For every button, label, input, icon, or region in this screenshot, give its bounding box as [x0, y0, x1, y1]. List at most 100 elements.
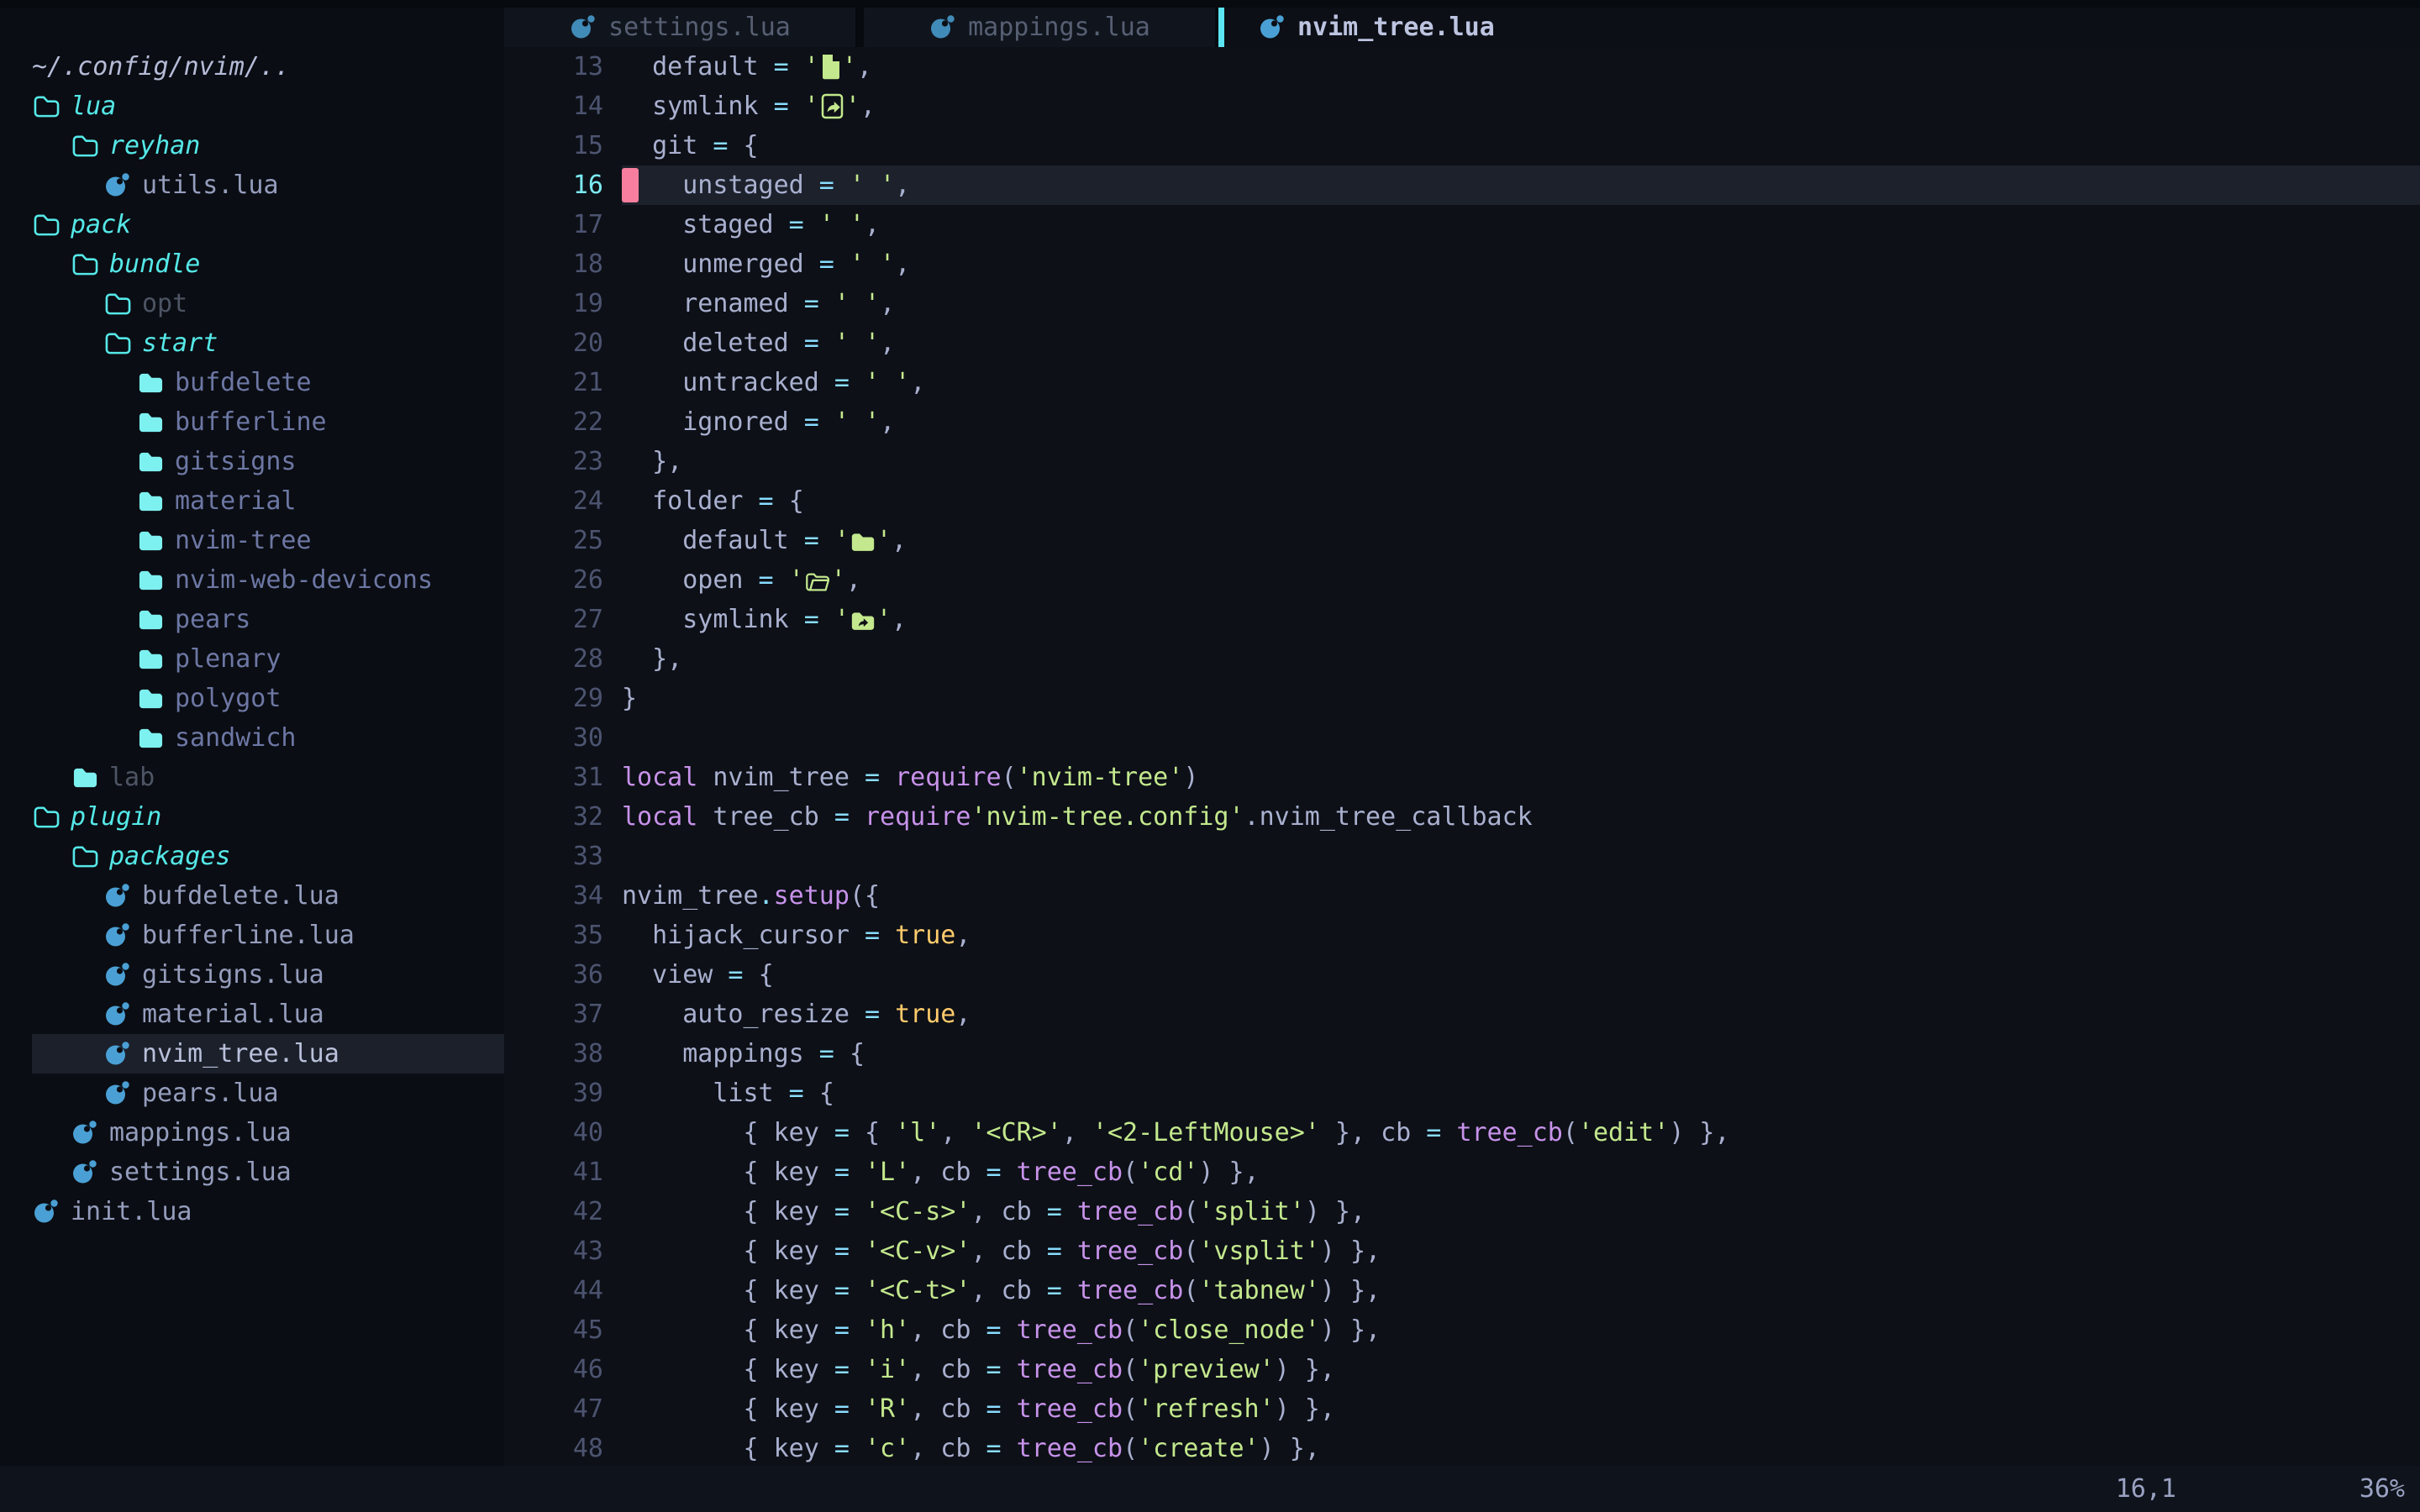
code-line-31[interactable]: 31local nvim_tree = require('nvim-tree') — [504, 758, 2420, 797]
code-line-39[interactable]: 39 list = { — [504, 1074, 2420, 1113]
code-line-30[interactable]: 30 — [504, 718, 2420, 758]
code-line-20[interactable]: 20 deleted = ' ', — [504, 323, 2420, 363]
tree-item-sandwich[interactable]: sandwich — [0, 718, 504, 758]
tree-item-gitsigns[interactable]: gitsigns — [0, 442, 504, 481]
line-number: 32 — [504, 797, 603, 837]
line-number: 34 — [504, 876, 603, 916]
tree-item-start[interactable]: start — [0, 323, 504, 363]
code-line-38[interactable]: 38 mappings = { — [504, 1034, 2420, 1074]
code-line-22[interactable]: 22 ignored = ' ', — [504, 402, 2420, 442]
code-line-13[interactable]: 13 default = '', — [504, 47, 2420, 87]
tree-item-plenary[interactable]: plenary — [0, 639, 504, 679]
code-line-32[interactable]: 32local tree_cb = require'nvim-tree.conf… — [504, 797, 2420, 837]
tree-item-polygot[interactable]: polygot — [0, 679, 504, 718]
code-line-26[interactable]: 26 open = '', — [504, 560, 2420, 600]
tree-root-path[interactable]: ~/.config/nvim/.. — [0, 47, 504, 87]
code-line-14[interactable]: 14 symlink = '', — [504, 87, 2420, 126]
tree-item-label: pack — [71, 205, 131, 244]
line-number: 30 — [504, 718, 603, 758]
tree-item-label: nvim-web-devicons — [175, 560, 433, 600]
code-line-15[interactable]: 15 git = { — [504, 126, 2420, 165]
tree-item-nvim_tree.lua[interactable]: nvim_tree.lua — [0, 1034, 504, 1074]
line-text: staged = ' ', — [603, 205, 880, 244]
line-number: 46 — [504, 1350, 603, 1389]
tree-item-bufdelete.lua[interactable]: bufdelete.lua — [0, 876, 504, 916]
tree-item-pears[interactable]: pears — [0, 600, 504, 639]
tree-item-lua[interactable]: lua — [0, 87, 504, 126]
tree-item-pears.lua[interactable]: pears.lua — [0, 1074, 504, 1113]
code-line-45[interactable]: 45 { key = 'h', cb = tree_cb('close_node… — [504, 1310, 2420, 1350]
line-number: 25 — [504, 521, 603, 560]
code-line-36[interactable]: 36 view = { — [504, 955, 2420, 995]
window-top-edge — [0, 0, 2420, 8]
line-number: 22 — [504, 402, 603, 442]
tree-item-init.lua[interactable]: init.lua — [0, 1192, 504, 1231]
line-text — [603, 718, 622, 758]
line-text: folder = { — [603, 481, 804, 521]
file-symlink-icon — [819, 92, 845, 121]
line-number: 21 — [504, 363, 603, 402]
code-line-17[interactable]: 17 staged = ' ', — [504, 205, 2420, 244]
code-line-43[interactable]: 43 { key = '<C-v>', cb = tree_cb('vsplit… — [504, 1231, 2420, 1271]
tree-item-packages[interactable]: packages — [0, 837, 504, 876]
code-line-19[interactable]: 19 renamed = ' ', — [504, 284, 2420, 323]
tree-item-label: bufdelete — [175, 363, 312, 402]
folder-closed-icon — [136, 488, 175, 514]
code-line-24[interactable]: 24 folder = { — [504, 481, 2420, 521]
tree-item-gitsigns.lua[interactable]: gitsigns.lua — [0, 955, 504, 995]
tree-item-mappings.lua[interactable]: mappings.lua — [0, 1113, 504, 1152]
tree-item-pack[interactable]: pack — [0, 205, 504, 244]
tree-item-label: init.lua — [71, 1192, 192, 1231]
tree-item-label: reyhan — [109, 126, 200, 165]
tree-item-bufferline.lua[interactable]: bufferline.lua — [0, 916, 504, 955]
code-line-29[interactable]: 29} — [504, 679, 2420, 718]
line-text: default = '', — [603, 521, 907, 560]
tab-mappings.lua[interactable]: mappings.lua — [864, 8, 1215, 47]
code-line-34[interactable]: 34nvim_tree.setup({ — [504, 876, 2420, 916]
line-text: { key = 'c', cb = tree_cb('create') }, — [603, 1429, 1320, 1468]
code-line-18[interactable]: 18 unmerged = ' ', — [504, 244, 2420, 284]
tree-item-label: start — [142, 323, 218, 363]
tree-item-settings.lua[interactable]: settings.lua — [0, 1152, 504, 1192]
code-line-48[interactable]: 48 { key = 'c', cb = tree_cb('create') }… — [504, 1429, 2420, 1468]
folder-closed-icon — [71, 764, 109, 790]
code-line-21[interactable]: 21 untracked = ' ', — [504, 363, 2420, 402]
tree-item-bufdelete[interactable]: bufdelete — [0, 363, 504, 402]
tree-item-plugin[interactable]: plugin — [0, 797, 504, 837]
code-line-23[interactable]: 23 }, — [504, 442, 2420, 481]
code-line-44[interactable]: 44 { key = '<C-t>', cb = tree_cb('tabnew… — [504, 1271, 2420, 1310]
tree-item-utils.lua[interactable]: utils.lua — [0, 165, 504, 205]
line-text: { key = 'R', cb = tree_cb('refresh') }, — [603, 1389, 1335, 1429]
tree-item-nvim-web-devicons[interactable]: nvim-web-devicons — [0, 560, 504, 600]
code-line-47[interactable]: 47 { key = 'R', cb = tree_cb('refresh') … — [504, 1389, 2420, 1429]
tree-item-material[interactable]: material — [0, 481, 504, 521]
tree-item-nvim-tree[interactable]: nvim-tree — [0, 521, 504, 560]
tree-item-bufferline[interactable]: bufferline — [0, 402, 504, 442]
folder-open-icon — [32, 93, 71, 119]
lua-file-icon — [103, 921, 142, 949]
code-line-35[interactable]: 35 hijack_cursor = true, — [504, 916, 2420, 955]
code-line-42[interactable]: 42 { key = '<C-s>', cb = tree_cb('split'… — [504, 1192, 2420, 1231]
code-line-33[interactable]: 33 — [504, 837, 2420, 876]
line-number: 33 — [504, 837, 603, 876]
code-line-46[interactable]: 46 { key = 'i', cb = tree_cb('preview') … — [504, 1350, 2420, 1389]
tab-settings.lua[interactable]: settings.lua — [504, 8, 855, 47]
code-line-37[interactable]: 37 auto_resize = true, — [504, 995, 2420, 1034]
statusline: 16,1 36% — [0, 1466, 2420, 1512]
tree-item-lab[interactable]: lab — [0, 758, 504, 797]
tree-item-reyhan[interactable]: reyhan — [0, 126, 504, 165]
code-line-40[interactable]: 40 { key = { 'l', '<CR>', '<2-LeftMouse>… — [504, 1113, 2420, 1152]
tree-item-opt[interactable]: opt — [0, 284, 504, 323]
code-line-25[interactable]: 25 default = '', — [504, 521, 2420, 560]
code-line-28[interactable]: 28 }, — [504, 639, 2420, 679]
tab-nvim_tree.lua[interactable]: nvim_tree.lua — [1224, 8, 1554, 47]
tab-label: nvim_tree.lua — [1297, 13, 1495, 42]
lua-file-icon — [103, 882, 142, 910]
code-line-27[interactable]: 27 symlink = '', — [504, 600, 2420, 639]
line-number: 15 — [504, 126, 603, 165]
code-line-16[interactable]: 16 unstaged = ' ', — [504, 165, 2420, 205]
tree-item-bundle[interactable]: bundle — [0, 244, 504, 284]
code-line-41[interactable]: 41 { key = 'L', cb = tree_cb('cd') }, — [504, 1152, 2420, 1192]
folder-closed-icon — [136, 606, 175, 633]
tree-item-material.lua[interactable]: material.lua — [0, 995, 504, 1034]
